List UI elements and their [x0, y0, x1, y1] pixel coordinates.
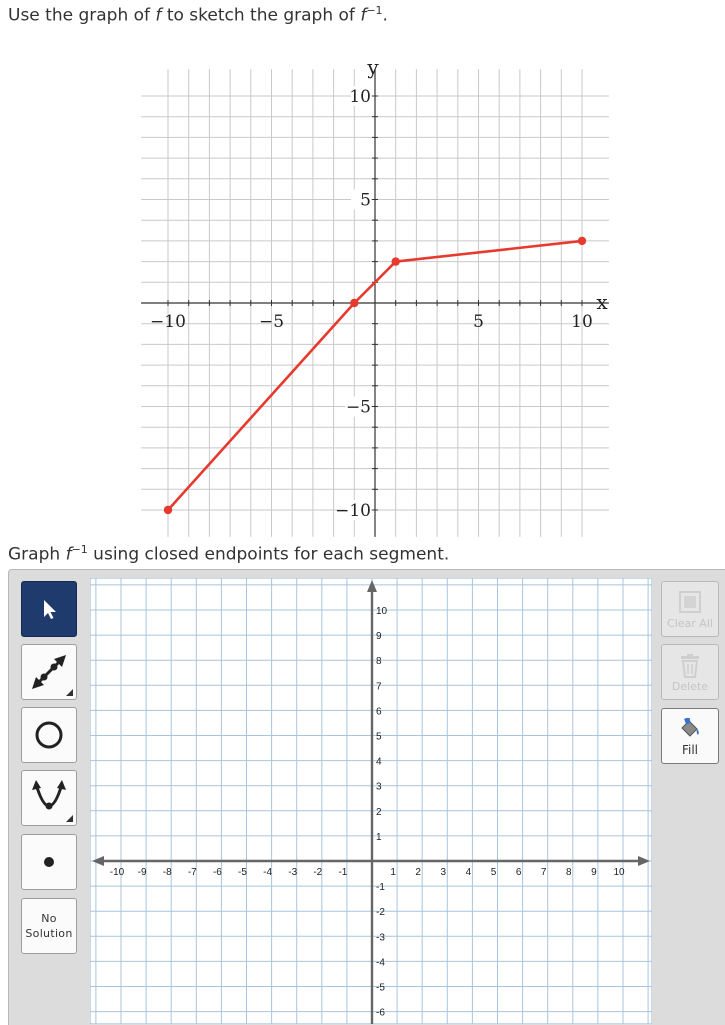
board-x-tick-label: 10: [613, 867, 625, 878]
tool-options-corner: [66, 815, 73, 822]
point-tool-button[interactable]: [21, 834, 77, 890]
instruction-text: Graph f−1 using closed endpoints for eac…: [8, 543, 449, 565]
x-tick-label: −5: [259, 312, 284, 332]
x-tick-label: −10: [150, 312, 186, 332]
y-axis-label: y: [366, 55, 379, 79]
board-x-tick-label: -7: [188, 867, 197, 878]
board-x-tick-label: -2: [313, 867, 322, 878]
board-x-tick-label: -6: [213, 867, 222, 878]
double-arrow-line-icon: [32, 655, 66, 689]
board-x-tick-label: 9: [591, 867, 597, 878]
board-y-tick-label: 5: [376, 732, 382, 743]
board-y-tick-label: 8: [376, 656, 382, 667]
f-endpoint: [577, 236, 587, 246]
board-x-tick-label: -1: [338, 867, 347, 878]
board-x-tick-label: -10: [110, 867, 125, 878]
board-y-tick-label: -5: [376, 983, 385, 994]
board-y-tick-label: 4: [376, 757, 382, 768]
board-y-tick-label: 6: [376, 706, 382, 717]
instruction-suffix: using closed endpoints for each segment.: [87, 544, 450, 565]
prompt-middle: to sketch the graph of: [161, 5, 361, 26]
delete-label: Delete: [671, 680, 709, 693]
board-x-tick-label: -5: [238, 867, 247, 878]
y-tick-label: −10: [335, 501, 371, 521]
y-tick-label: 10: [349, 87, 371, 107]
board-x-tick-label: 1: [390, 867, 396, 878]
function-graph: y x −10 −5 5 10 10 5 −5 −10: [141, 55, 609, 537]
board-y-tick-label: 1: [376, 832, 382, 843]
question-prompt: Use the graph of f to sketch the graph o…: [8, 4, 388, 26]
y-tick-label: 5: [360, 191, 371, 211]
no-solution-button[interactable]: No Solution: [21, 898, 77, 954]
board-x-tick-label: 7: [541, 867, 547, 878]
no-solution-label: No Solution: [25, 911, 72, 941]
y-tick-label: −5: [346, 398, 371, 418]
board-x-tick-label: -4: [263, 867, 272, 878]
board-y-tick-label: 7: [376, 681, 382, 692]
arrow-pointer-icon: [44, 600, 56, 619]
board-y-tick-label: -4: [376, 957, 385, 968]
clear-all-button[interactable]: Clear All: [661, 581, 719, 637]
instruction-prefix: Graph: [8, 544, 66, 565]
board-y-tick-label: 10: [376, 606, 388, 617]
no-solution-line2: Solution: [25, 927, 73, 940]
prompt-suffix: .: [382, 5, 388, 26]
board-x-tick-label: 8: [566, 867, 572, 878]
board-x-tick-label: 5: [491, 867, 497, 878]
board-y-tick-label: -3: [376, 932, 385, 943]
parabola-tool-button[interactable]: [21, 770, 77, 826]
f-segment: [394, 239, 584, 263]
board-x-tick-label: 4: [466, 867, 472, 878]
parabola-icon: [32, 780, 66, 810]
board-x-tick-label: 3: [441, 867, 447, 878]
trash-icon: [681, 654, 699, 678]
board-y-tick-label: 2: [376, 807, 382, 818]
x-tick-label: 5: [473, 312, 484, 332]
clear-all-label: Clear All: [667, 617, 713, 630]
prompt-prefix: Use the graph of: [8, 5, 156, 26]
board-y-tick-label: -6: [376, 1008, 385, 1019]
clear-all-icon: [679, 591, 701, 613]
no-solution-line1: No: [41, 912, 57, 925]
board-y-tick-label: -2: [376, 907, 385, 918]
instruction-exponent: −1: [71, 543, 88, 556]
delete-button[interactable]: Delete: [661, 644, 719, 700]
dot-icon: [44, 857, 54, 867]
tool-options-corner: [66, 689, 73, 696]
graphing-board[interactable]: -10 -9 -8 -7 -6 -5 -4 -3 -2 -1 1 2 3 4 5 6 7 8 9 10 10 9 8 7 6 5 4…: [90, 578, 652, 1024]
line-tool-button[interactable]: [21, 644, 77, 700]
prompt-exponent: −1: [366, 4, 383, 17]
select-tool-button[interactable]: [21, 581, 77, 637]
board-x-tick-label: 2: [415, 867, 421, 878]
f-endpoint: [163, 505, 173, 515]
board-y-tick-label: -1: [376, 882, 385, 893]
board-y-tick-label: 9: [376, 631, 382, 642]
paint-bucket-icon: [681, 718, 699, 737]
fill-button[interactable]: Fill: [661, 708, 719, 764]
fill-label: Fill: [681, 743, 699, 757]
f-endpoint: [350, 298, 359, 308]
x-axis-label: x: [596, 290, 608, 314]
board-x-tick-label: -9: [138, 867, 147, 878]
board-x-tick-label: -3: [288, 867, 297, 878]
board-y-tick-label: 3: [376, 782, 382, 793]
circle-icon: [35, 721, 63, 749]
board-x-tick-label: 6: [516, 867, 522, 878]
f-endpoint: [391, 257, 400, 266]
board-x-tick-label: -8: [163, 867, 172, 878]
circle-tool-button[interactable]: [21, 707, 77, 763]
x-tick-label: 10: [571, 312, 593, 332]
